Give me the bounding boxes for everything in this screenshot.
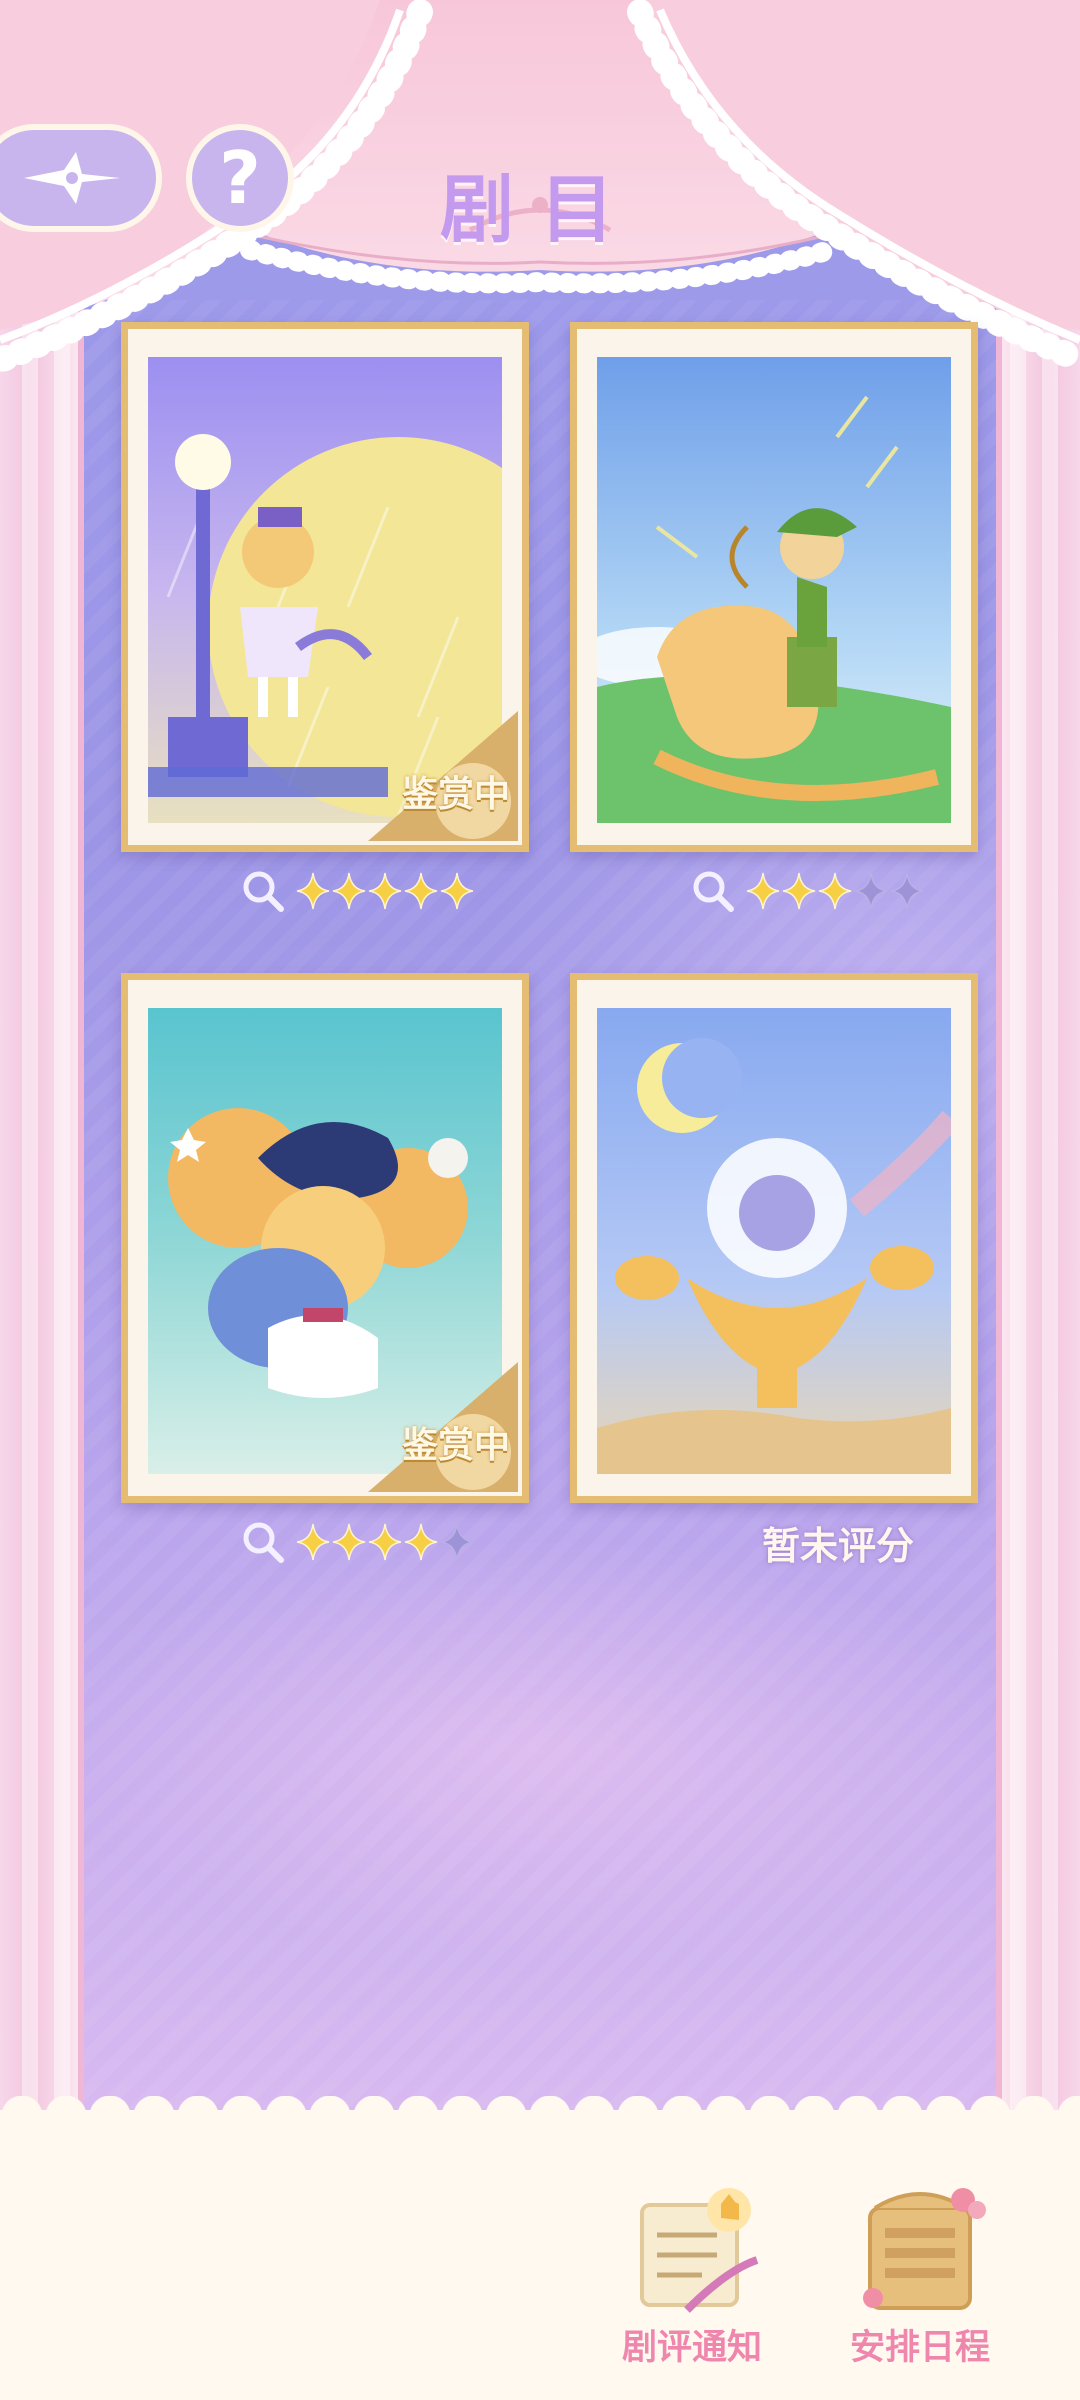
rating-row[interactable] (240, 1512, 474, 1572)
star-filled-icon (404, 872, 438, 910)
star-filled-icon (296, 1523, 330, 1561)
magnifier-icon (693, 871, 734, 912)
play-card-magic-lamp[interactable] (570, 973, 978, 1503)
star-empty-icon (854, 872, 888, 910)
play-card-singin-in-the-rain[interactable]: 鉴赏中 (121, 322, 529, 852)
left-curtain (0, 250, 84, 2150)
star-filled-icon (368, 1523, 402, 1561)
page-title: 剧目 (440, 167, 640, 253)
star-filled-icon (368, 872, 402, 910)
star-filled-icon (440, 872, 474, 910)
star-filled-icon (332, 1523, 366, 1561)
play-poster (597, 1008, 951, 1474)
schedule-label: 安排日程 (849, 2328, 990, 2368)
review-notice-label: 剧评通知 (621, 2328, 762, 2368)
schedule-button[interactable]: 安排日程 (830, 2180, 1010, 2370)
star-filled-icon (746, 872, 780, 910)
star-filled-icon (296, 872, 330, 910)
star-filled-icon (818, 872, 852, 910)
review-scroll-icon (640, 2188, 759, 2313)
back-arrow-icon (24, 152, 120, 204)
unrated-label: 暂未评分 (762, 1524, 915, 1568)
star-filled-icon (404, 1523, 438, 1561)
watching-badge-label: 鉴赏中 (401, 774, 510, 815)
help-icon: ? (219, 136, 261, 220)
magnifier-icon (243, 871, 284, 912)
star-empty-icon (890, 872, 924, 910)
schedule-board-icon (863, 2188, 986, 2310)
review-notice-button[interactable]: 剧评通知 (602, 2180, 782, 2370)
magnifier-icon (243, 1522, 284, 1563)
play-card-alice-in-wonderland[interactable]: 鉴赏中 (121, 973, 529, 1503)
play-card-robin-hood[interactable] (570, 322, 978, 852)
help-button[interactable]: ? (186, 124, 294, 232)
play-poster (597, 357, 951, 823)
star-empty-icon (440, 1523, 474, 1561)
star-filled-icon (332, 872, 366, 910)
star-filled-icon (782, 872, 816, 910)
rating-row[interactable] (690, 861, 924, 921)
back-button[interactable] (0, 124, 162, 232)
watching-badge-label: 鉴赏中 (401, 1425, 510, 1466)
rating-row[interactable] (240, 861, 474, 921)
right-curtain (996, 250, 1080, 2150)
